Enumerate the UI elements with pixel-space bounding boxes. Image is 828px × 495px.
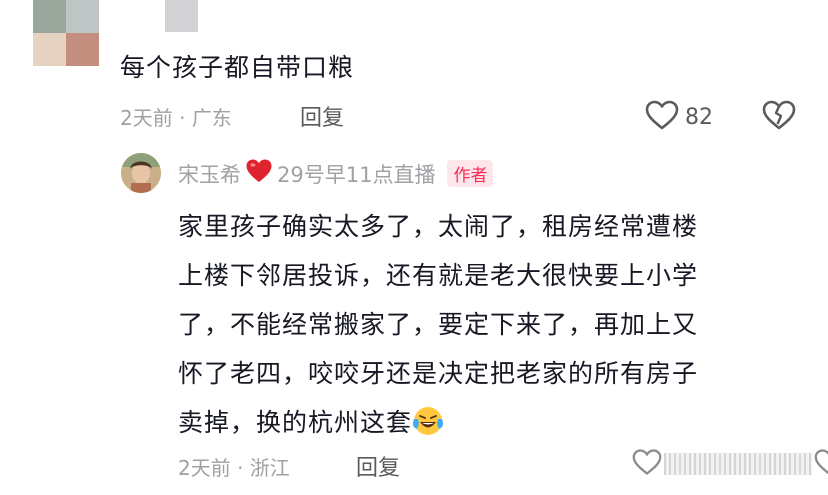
reply-author-line: 宋玉希 29号早11点直播 作者 — [178, 158, 494, 189]
reply-text-line: 上楼下邻居投诉，还有就是老大很快要上小学 — [178, 261, 699, 290]
dislike-heart-icon — [762, 100, 796, 134]
comment-text: 每个孩子都自带口粮 — [120, 53, 355, 82]
avatar-tile — [66, 33, 99, 66]
author-avatar-image — [121, 153, 161, 193]
red-heart-emoji — [245, 158, 273, 189]
avatar-tile — [33, 33, 66, 66]
reply-text-line: 了，不能经常搬家了，要定下来了，再加上又 — [178, 310, 699, 339]
reply-location: 浙江 — [249, 456, 290, 480]
laughing-crying-emoji — [412, 404, 444, 453]
author-avatar[interactable] — [121, 153, 161, 193]
author-suffix: 29号早11点直播 — [277, 162, 436, 187]
commenter-avatar[interactable] — [33, 0, 99, 66]
comment-location: 广东 — [191, 106, 232, 130]
reply-meta: 2天前 · 浙江 — [178, 452, 290, 481]
like-count: 82 — [685, 104, 713, 130]
heart-icon — [645, 100, 679, 134]
comment-meta: 2天前 · 广东 — [120, 102, 232, 131]
watermark-strip — [664, 453, 812, 475]
avatar-tile — [33, 0, 66, 33]
reply-text-line-last: 卖掉，换的杭州这套 — [178, 398, 798, 453]
reply-text: 家里孩子确实太多了，太闹了，租房经常遭楼 上楼下邻居投诉，还有就是老大很快要上小… — [178, 202, 798, 453]
reply-text-tail: 卖掉，换的杭州这套 — [178, 408, 413, 437]
meta-separator: · — [237, 456, 244, 480]
dislike-heart-icon[interactable] — [814, 448, 828, 480]
reply-time: 2天前 — [178, 456, 231, 480]
reply-to-reply-button[interactable]: 回复 — [356, 450, 400, 482]
avatar-tile — [66, 0, 99, 33]
author-name[interactable]: 宋玉希 — [178, 159, 241, 189]
heart-icon[interactable] — [632, 448, 662, 480]
commenter-name-redacted — [165, 0, 198, 32]
author-badge: 作者 — [447, 160, 494, 187]
comment-time: 2天前 — [120, 106, 173, 130]
dislike-button[interactable] — [762, 100, 796, 134]
like-button[interactable]: 82 — [645, 100, 713, 134]
meta-separator: · — [179, 106, 186, 130]
reply-text-line: 怀了老四，咬咬牙还是决定把老家的所有房子 — [178, 359, 699, 388]
reply-actions-watermark — [632, 448, 828, 480]
reply-button[interactable]: 回复 — [300, 100, 344, 132]
reply-text-line: 家里孩子确实太多了，太闹了，租房经常遭楼 — [178, 212, 699, 241]
